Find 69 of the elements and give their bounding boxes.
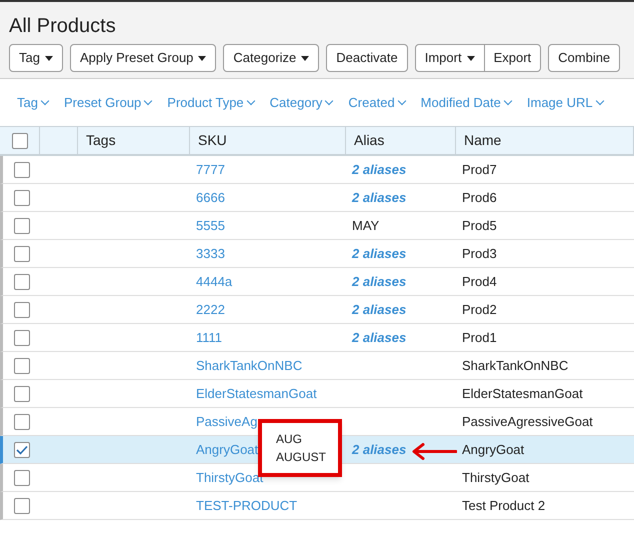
button[interactable]: Combine <box>548 44 620 72</box>
alias-text: MAY <box>352 216 380 235</box>
checkbox[interactable] <box>14 330 30 346</box>
checkbox[interactable] <box>14 162 30 178</box>
dropdown-button[interactable]: Apply Preset Group <box>70 44 216 72</box>
filter-link[interactable]: Product Type <box>167 92 254 112</box>
alias-link[interactable]: 2 aliases <box>352 244 406 264</box>
table-cell-text: SharkTankOnNBC <box>462 356 568 375</box>
checkbox[interactable] <box>14 218 30 234</box>
filter-link[interactable]: Preset Group <box>64 92 152 112</box>
dropdown-button[interactable]: Import <box>414 44 485 72</box>
alias-link[interactable]: 2 aliases <box>352 328 406 348</box>
column-header[interactable]: Alias <box>354 130 384 151</box>
checkbox[interactable] <box>14 386 30 402</box>
sku-link[interactable]: 5555 <box>196 216 225 236</box>
dropdown-button[interactable]: Tag <box>9 44 63 72</box>
checkbox[interactable] <box>14 358 30 374</box>
sku-link[interactable]: 2222 <box>196 300 225 320</box>
sku-link[interactable]: SharkTankOnNBC <box>196 356 302 376</box>
checkbox[interactable] <box>12 132 28 148</box>
alias-link[interactable]: 2 aliases <box>352 440 406 460</box>
table-cell-text: ElderStatesmanGoat <box>462 384 583 403</box>
checkbox[interactable] <box>14 470 30 486</box>
table-cell-text: Prod6 <box>462 188 497 207</box>
button[interactable]: Deactivate <box>326 44 408 72</box>
table-cell-text: Prod5 <box>462 216 497 235</box>
filter-link[interactable]: Tag <box>17 92 48 112</box>
filter-link[interactable]: Image URL <box>526 92 603 112</box>
table-cell-text: Prod2 <box>462 300 497 319</box>
alias-item: AUG <box>276 431 304 448</box>
sku-link[interactable]: 4444a <box>196 272 232 292</box>
column-header[interactable]: Tags <box>86 130 116 151</box>
button[interactable]: Export <box>484 44 542 72</box>
checkbox[interactable] <box>14 274 30 290</box>
table-cell-text: Prod4 <box>462 272 497 291</box>
sku-link[interactable]: 3333 <box>196 244 225 264</box>
sku-link[interactable]: 7777 <box>196 160 225 180</box>
sku-link[interactable]: ElderStatesmanGoat <box>196 384 317 404</box>
sku-link[interactable]: TEST-PRODUCT <box>196 496 298 516</box>
filter-link[interactable]: Created <box>348 92 405 112</box>
alias-link[interactable]: 2 aliases <box>352 300 406 320</box>
sku-link[interactable]: PassiveAg <box>196 412 258 432</box>
table-cell-text: Test Product 2 <box>462 496 546 515</box>
sku-link[interactable]: AngryGoat <box>196 440 258 460</box>
alias-link[interactable]: 2 aliases <box>352 188 406 208</box>
table-cell-text: PassiveAgressiveGoat <box>462 412 593 431</box>
sku-link[interactable]: 6666 <box>196 188 225 208</box>
alias-item: AUGUST <box>276 449 328 466</box>
checkbox[interactable] <box>14 414 30 430</box>
dropdown-button[interactable]: Categorize <box>223 44 320 72</box>
sku-link[interactable]: 1111 <box>196 328 222 348</box>
arrow-drawing <box>412 443 457 460</box>
alias-link[interactable]: 2 aliases <box>352 160 406 180</box>
checkbox[interactable] <box>14 498 30 514</box>
column-header[interactable]: SKU <box>198 130 227 151</box>
table-cell-text: Prod7 <box>462 160 497 179</box>
checkbox[interactable] <box>14 246 30 262</box>
table-cell-text: Prod3 <box>462 244 497 263</box>
checkbox[interactable] <box>14 442 30 458</box>
column-header[interactable]: Name <box>464 130 502 151</box>
filter-link[interactable]: Modified Date <box>420 92 511 112</box>
checkbox[interactable] <box>14 302 30 318</box>
table-cell-text: Prod1 <box>462 328 497 347</box>
table-cell-text: AngryGoat <box>462 440 524 459</box>
page-title: All Products <box>9 14 117 38</box>
checkbox[interactable] <box>14 190 30 206</box>
table-cell-text: ThirstyGoat <box>462 468 530 487</box>
filter-link[interactable]: Category <box>270 92 332 112</box>
alias-link[interactable]: 2 aliases <box>352 272 406 292</box>
